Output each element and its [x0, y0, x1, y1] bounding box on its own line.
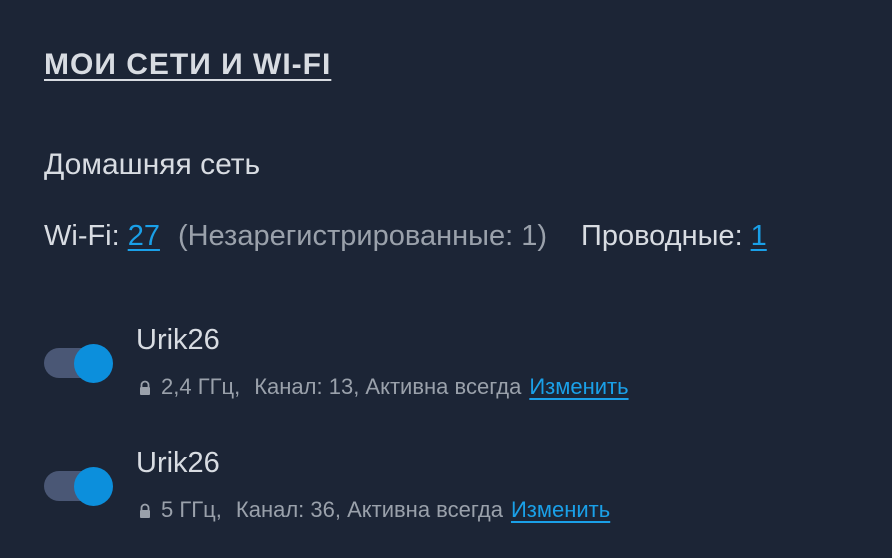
wifi-toggle[interactable] [44, 467, 114, 506]
edit-wifi-link[interactable]: Изменить [511, 497, 610, 523]
wifi-toggle[interactable] [44, 344, 114, 383]
wifi-channel-info: Канал: 36, Активна всегда [235, 497, 503, 522]
wifi-band: 2,4 ГГц, [161, 374, 241, 399]
wired-count-link[interactable]: 1 [751, 220, 767, 253]
unregistered-count: (Незарегистрированные: 1) [177, 220, 547, 252]
wifi-count-link[interactable]: 27 [128, 220, 160, 253]
wifi-ssid: Urik26 [136, 447, 220, 479]
wifi-channel-info: Канал: 13, Активна всегда [254, 374, 522, 399]
toggle-knob [74, 344, 113, 383]
toggle-knob [74, 467, 113, 506]
wifi-network-row: Urik26 2,4 ГГц, Канал: 13, Активна всегд… [44, 322, 864, 412]
wifi-label: Wi-Fi: [44, 220, 120, 252]
lock-icon [140, 380, 150, 395]
wired-label: Проводные: [580, 220, 743, 252]
device-counts: Wi-Fi: 27 (Незарегистрированные: 1) Пров… [44, 220, 767, 253]
edit-wifi-link[interactable]: Изменить [529, 374, 628, 400]
wifi-details: 5 ГГц, Канал: 36, Активна всегда Изменит… [137, 497, 610, 523]
wifi-ssid: Urik26 [136, 324, 220, 356]
wifi-network-row: Urik26 5 ГГц, Канал: 36, Активна всегда … [44, 445, 864, 535]
lock-icon [140, 503, 150, 518]
wifi-band: 5 ГГц, [161, 497, 222, 522]
wifi-details: 2,4 ГГц, Канал: 13, Активна всегда Измен… [137, 374, 629, 400]
network-name: Домашняя сеть [44, 148, 261, 181]
page-title[interactable]: МОИ СЕТИ И WI-FI [44, 48, 331, 82]
